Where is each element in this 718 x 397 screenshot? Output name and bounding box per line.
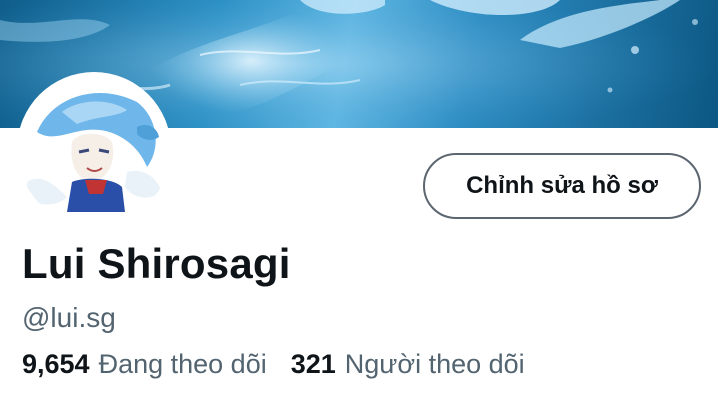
follow-stats: 9,654 Đang theo dõi 321 Người theo dõi	[22, 349, 525, 380]
avatar-image	[24, 79, 164, 219]
following-link[interactable]: 9,654 Đang theo dõi	[22, 349, 267, 380]
display-name: Lui Shirosagi	[22, 240, 291, 287]
followers-count: 321	[290, 349, 336, 379]
followers-link[interactable]: 321 Người theo dõi	[291, 349, 525, 380]
following-label: Đang theo dõi	[98, 349, 267, 379]
edit-profile-button[interactable]: Chỉnh sửa hồ sơ	[423, 153, 701, 219]
following-count: 9,654	[22, 349, 90, 379]
user-handle: @lui.sg	[22, 302, 116, 333]
avatar[interactable]	[17, 72, 171, 226]
followers-label: Người theo dõi	[344, 349, 525, 379]
